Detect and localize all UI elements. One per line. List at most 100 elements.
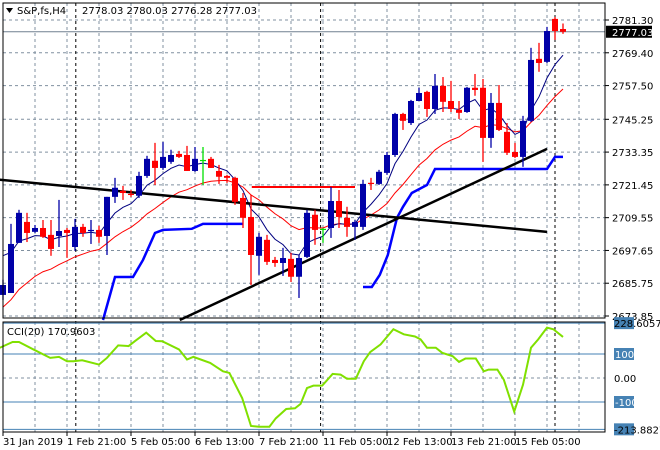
candle-body [136,175,142,196]
candle [408,99,414,125]
cci-line [0,326,564,428]
candle-body [280,258,286,263]
candle [344,206,350,237]
candle [496,85,502,132]
cci-level-label: -100 [615,398,638,409]
candle-body [24,221,30,233]
candle [336,189,342,228]
candle [488,93,494,148]
candle-body [488,102,494,138]
symbol-label: S&P,fs,H4 [17,6,66,17]
price-label: 2745.25 [612,115,653,126]
candle [312,209,318,245]
candle-body [248,216,254,255]
candle-body [104,196,110,236]
candle [80,223,86,237]
trendline [179,147,548,322]
candle-body [200,159,206,162]
time-label: 13 Feb 21:00 [451,437,517,448]
band-line [101,222,243,321]
time-label: 15 Feb 05:00 [515,437,581,448]
candle [112,177,118,203]
candle-body [192,158,198,171]
candle-body [416,93,422,101]
candle [528,47,534,122]
chart-marks [0,16,566,428]
candle-body [432,85,438,109]
price-chart[interactable]: S&P,fs,H4 2778.03 2780.03 2776.28 2777.0… [0,0,660,450]
current-price-label: 2777.03 [612,28,653,39]
candle [32,224,38,233]
price-label: 2769.40 [612,49,653,60]
candle [200,146,206,186]
ohlc-readout: 2778.03 2780.03 2776.28 2777.03 [82,6,257,17]
candle [304,209,310,259]
candle [320,227,326,243]
candle [160,142,166,170]
candle [560,23,566,34]
candle-body [264,239,270,262]
candle-body [96,229,102,237]
candle-body [400,113,406,121]
candle [296,254,302,298]
candle-body [512,151,518,157]
candle-body [40,227,46,237]
candle [472,73,478,96]
candle-body [32,227,38,232]
candle-body [360,183,366,227]
candle [256,232,262,275]
candle-body [64,229,70,233]
price-label: 2685.75 [612,279,653,290]
cci-zero-label: 0.00 [614,374,636,385]
candle [328,186,334,238]
candle-body [472,87,478,90]
candle [424,90,430,117]
candle [208,156,214,168]
candle-body [520,120,526,157]
candle [56,199,62,247]
candle [360,179,366,230]
price-label: 2709.55 [612,214,653,225]
cci-level-label: 100 [615,350,634,361]
time-label: 12 Feb 13:00 [387,437,453,448]
candle [456,100,462,119]
candle-body [504,131,510,153]
candle-body [256,236,262,256]
time-label: 5 Feb 05:00 [131,437,190,448]
candle-body [528,59,534,121]
candle-body [128,193,134,196]
candle-body [344,217,350,227]
candle [176,150,182,159]
candle [232,176,238,205]
candle-body [424,91,430,109]
candle-body [48,234,54,249]
candle [88,220,94,244]
price-label: 2721.45 [612,181,653,192]
candle [248,194,254,286]
candle [136,171,142,198]
candle-body [80,226,86,233]
candle-body [224,175,230,178]
candle-body [272,259,278,263]
candle [184,145,190,171]
cci-min-label: -213.8827 [614,425,660,436]
price-label: 2781.30 [612,16,653,27]
candle-body [328,200,334,228]
price-label: 2757.50 [612,82,653,93]
candle-body [368,182,374,185]
collapse-triangle-icon[interactable] [6,8,13,13]
candle-body [120,190,126,194]
candle-body [144,158,150,176]
candle-body [168,154,174,162]
candle [536,42,542,72]
candle-body [552,18,558,32]
candle-body [560,29,566,32]
candle [288,252,294,282]
time-label: 6 Feb 13:00 [195,437,254,448]
candle [96,225,102,243]
candle-body [352,221,358,227]
candle [544,26,550,63]
candle-body [480,87,486,138]
candle-body [152,160,158,168]
candle-body [336,200,342,217]
